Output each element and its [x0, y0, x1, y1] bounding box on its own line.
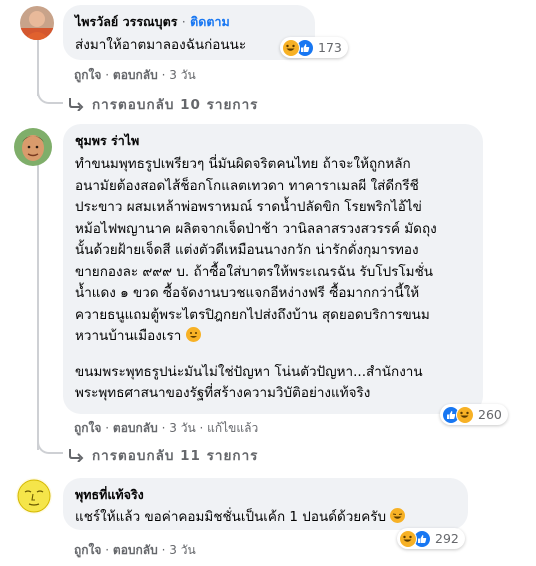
replies-label: การตอบกลับ 11 รายการ	[92, 448, 259, 464]
reply-action[interactable]: ตอบกลับ	[113, 421, 158, 435]
comment-bubble: ชุมพร ร่าไพ ทำขนมพุทธรูปเพรียวๆ นี่มันผิ…	[63, 124, 483, 414]
thread-curve	[37, 432, 63, 454]
comment-line: หม้อไฟพญานาค ผลิตจากเจ็ดป่าช้า วานิลลาสร…	[75, 220, 437, 237]
view-replies-link[interactable]: การตอบกลับ 11 รายการ	[68, 444, 258, 466]
comment-line: น้ำแดง ๑ ขวด ซื้อจัดงานบวชแจกอีหง่างฟรี …	[75, 285, 420, 301]
haha-icon	[456, 405, 474, 424]
comment-line: อนามัยต้องสอดไส้ช็อกโกแลตเทวดา ทาคาราเมล…	[75, 177, 419, 194]
reaction-count: 292	[435, 531, 459, 546]
comment-author[interactable]: ชุมพร ร่าไพ	[75, 132, 471, 149]
reaction-summary[interactable]: 173	[280, 37, 348, 58]
comment-line: ทำขนมพุทธรูปเพรียวๆ นี่มันผิดจริตคนไทย ถ…	[75, 156, 411, 172]
separator: ·	[161, 68, 166, 82]
like-action[interactable]: ถูกใจ	[74, 68, 101, 82]
comment-text: แชร์ให้แล้ว ขอค่าคอมมิชชั่นเป็นเค้ก 1 ปอ…	[75, 509, 387, 525]
comment-actions: ถูกใจ · ตอบกลับ · 3 วัน	[74, 541, 196, 560]
comment-line: พระพุทธศาสนาของรัฐที่สร้างความวิบัติอย่า…	[75, 385, 371, 401]
separator: ·	[161, 421, 166, 435]
comment-line: นั้นด้วยฝ้ายเจ็ดสี แต่งตัวดีเหมือนนางกวั…	[75, 242, 419, 258]
view-replies-link[interactable]: การตอบกลับ 10 รายการ	[68, 93, 258, 115]
separator: ·	[199, 421, 204, 435]
separator: ·	[161, 543, 166, 557]
separator: ·	[105, 543, 110, 557]
haha-icon	[399, 529, 417, 548]
like-action[interactable]: ถูกใจ	[74, 543, 101, 557]
rofl-emoji-icon	[185, 327, 201, 342]
comment-time[interactable]: 3 วัน	[169, 421, 195, 435]
separator: ·	[105, 421, 110, 435]
avatar[interactable]	[16, 478, 52, 514]
laughing-emoji-icon	[390, 508, 406, 523]
reply-arrow-icon	[69, 98, 84, 111]
comment-line: ประขาว ผสมเหล้าพ่อพราหมณ์ ราดน้ำปลัดขิก …	[75, 199, 422, 215]
comment-line: ขนมพระพุทธรูปน่ะมันไม่ใช่ปัญหา โน่นตัวปั…	[75, 363, 423, 380]
separator: ·	[105, 68, 110, 82]
thread-curve	[37, 82, 63, 104]
reaction-summary[interactable]: 292	[397, 528, 465, 549]
separator: ·	[181, 14, 186, 29]
comment-time[interactable]: 3 วัน	[169, 543, 195, 557]
comment-time[interactable]: 3 วัน	[169, 68, 195, 82]
comment-bubble: ไพรวัลย์ วรรณบุตร · ติดตาม ส่งมาให้อาตมา…	[63, 5, 315, 60]
reaction-count: 173	[318, 40, 342, 55]
avatar[interactable]	[20, 6, 54, 40]
comment-actions: ถูกใจ · ตอบกลับ · 3 วัน · แก้ไขแล้ว	[74, 419, 258, 438]
follow-button[interactable]: ติดตาม	[190, 14, 230, 29]
reaction-count: 260	[478, 407, 502, 422]
reply-arrow-icon	[69, 449, 84, 462]
comment-bubble: พุทธที่แท้จริง แชร์ให้แล้ว ขอค่าคอมมิชชั…	[63, 478, 468, 530]
like-action[interactable]: ถูกใจ	[74, 421, 101, 435]
thread-line	[37, 160, 39, 450]
reaction-summary[interactable]: 260	[440, 404, 508, 425]
comment-line: หวานบ้านเมืองเรา	[75, 328, 182, 344]
comment-author[interactable]: พุทธที่แท้จริง	[75, 486, 456, 503]
reply-action[interactable]: ตอบกลับ	[113, 543, 158, 557]
comment-text: ส่งมาให้อาตมาลองฉันก่อนนะ	[75, 37, 247, 53]
comment-line: ขายกองละ ๙๙๙ บ. ถ้าซื้อใส่บาตรให้พระเณรฉ…	[75, 263, 433, 280]
replies-label: การตอบกลับ 10 รายการ	[92, 97, 259, 113]
comment-actions: ถูกใจ · ตอบกลับ · 3 วัน	[74, 66, 196, 85]
comment-line: ควายธนูแถมตู้พระไตรปิฎกยกไปส่งถึงบ้าน สุ…	[75, 306, 430, 323]
comment-body: ทำขนมพุทธรูปเพรียวๆ นี่มันผิดจริตคนไทย ถ…	[75, 154, 471, 405]
comment-author[interactable]: ไพรวัลย์ วรรณบุตร	[75, 14, 177, 29]
edited-label[interactable]: แก้ไขแล้ว	[207, 421, 258, 435]
reply-action[interactable]: ตอบกลับ	[113, 68, 158, 82]
avatar[interactable]	[14, 128, 52, 166]
haha-icon	[282, 38, 300, 57]
